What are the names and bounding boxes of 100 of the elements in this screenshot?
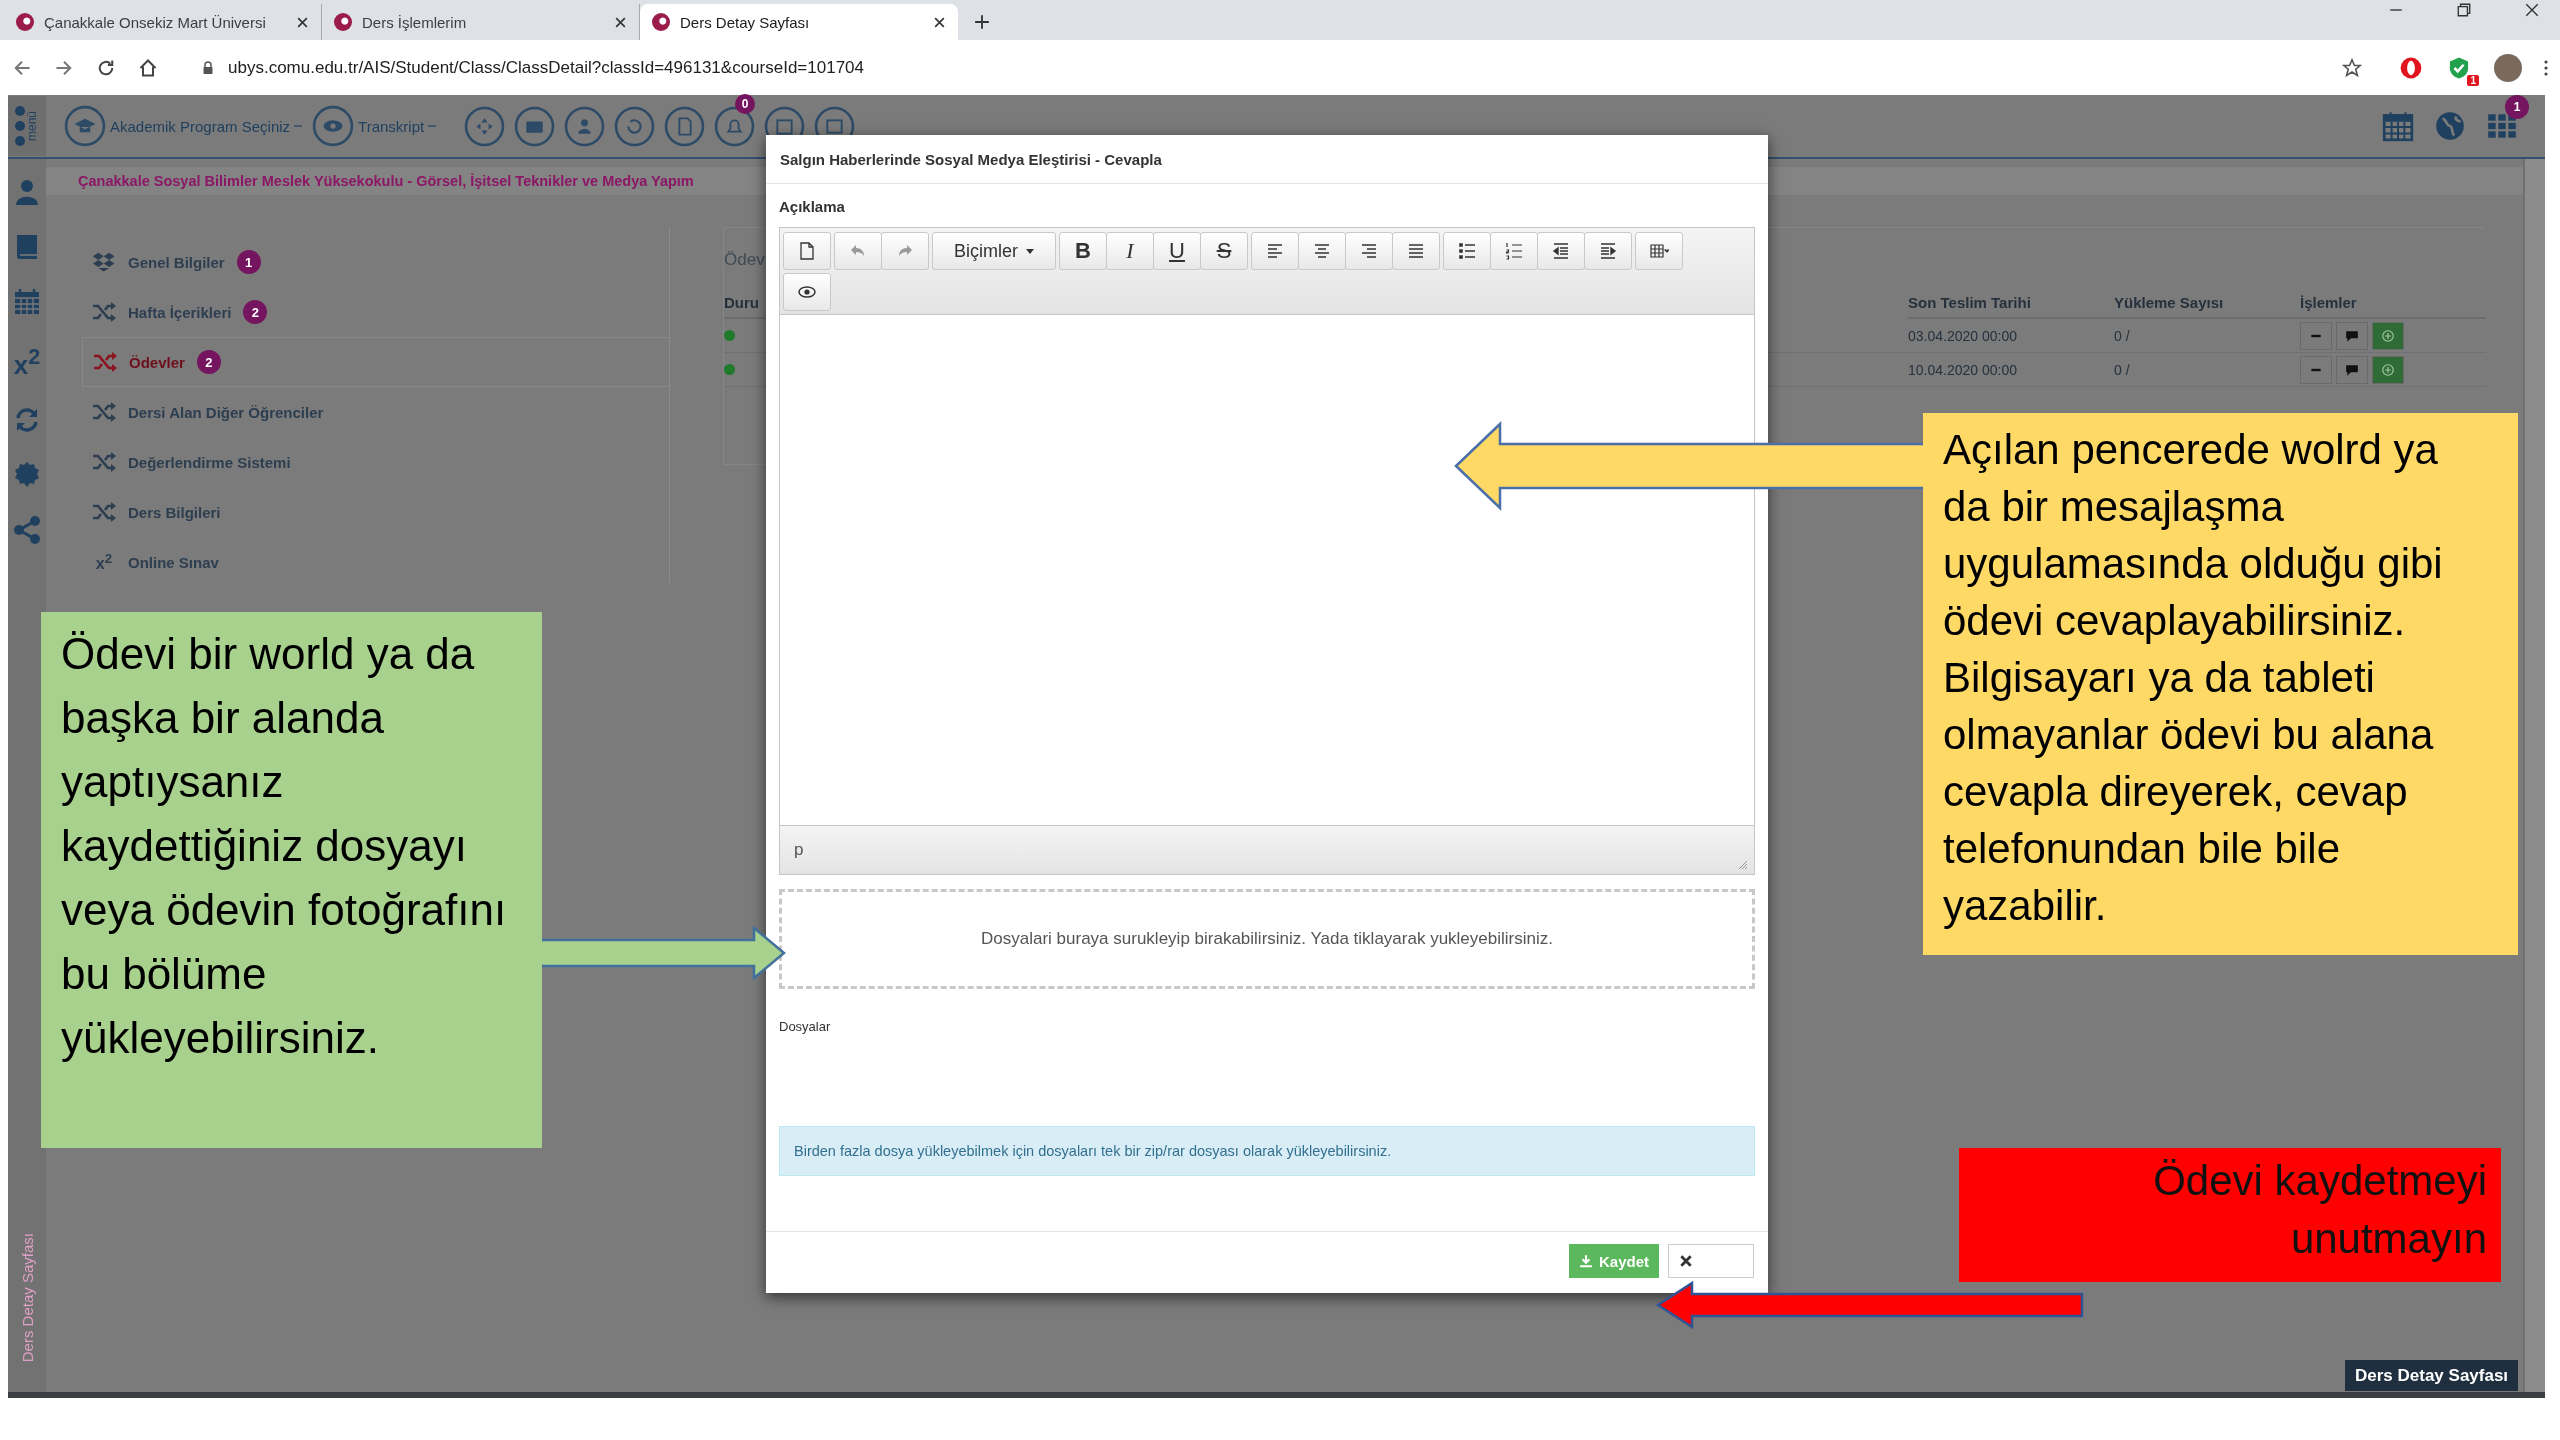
notification-badge: 1: [2505, 95, 2529, 119]
toolbar-button[interactable]: [1584, 232, 1632, 270]
files-label: Dosyalar: [779, 1019, 831, 1034]
star-icon[interactable]: [2342, 57, 2362, 78]
align-justify-icon: [1406, 241, 1426, 261]
sidebar-item-label: Online Sınav: [128, 553, 219, 571]
column-header: Yükleme Sayısı: [2114, 288, 2300, 319]
toolbar-button[interactable]: [783, 232, 831, 270]
restore-icon[interactable]: [2456, 2, 2472, 18]
sidebar-item-label: Hafta İçerikleri: [128, 303, 232, 321]
home-icon[interactable]: [138, 57, 158, 78]
calendar-icon[interactable]: [12, 287, 42, 317]
sidebar-item[interactable]: Ödevler 2: [82, 337, 669, 387]
formats-dropdown[interactable]: Biçimler: [932, 232, 1056, 270]
remove-button[interactable]: [2300, 321, 2332, 350]
close-icon[interactable]: [933, 15, 946, 29]
remove-button[interactable]: [2300, 355, 2332, 384]
vertical-page-label: Ders Detay Sayfası: [18, 1232, 36, 1362]
new-tab-icon[interactable]: [974, 14, 990, 30]
calendar-icon[interactable]: [2381, 109, 2415, 143]
sidebar-item[interactable]: Hafta İçerikleri 2: [82, 287, 669, 337]
dialog-title: Salgın Haberlerinde Sosyal Medya Eleştirisi - Cevapla: [780, 150, 1162, 168]
count-badge: 2: [243, 300, 268, 324]
field-label: Açıklama: [779, 198, 845, 215]
table-icon: [1649, 241, 1669, 261]
comment-button[interactable]: [2336, 321, 2368, 350]
format-button[interactable]: B: [1059, 232, 1107, 270]
speech-bubble-icon: [2345, 328, 2359, 343]
align-center-icon: [1312, 241, 1332, 261]
align-right-icon: [1359, 241, 1379, 261]
scrollbar[interactable]: [2523, 159, 2545, 1392]
file-drop-zone[interactable]: Dosyalari buraya surukleyip birakabilirsiniz. Yada tiklayarak yukleyebilirsiniz.: [779, 889, 1755, 989]
sidebar-item-label: Ödevler: [129, 353, 185, 371]
format-button[interactable]: S: [1200, 232, 1248, 270]
share-icon[interactable]: [12, 514, 42, 545]
outdent-icon: [1551, 241, 1571, 261]
upload-button[interactable]: [2372, 321, 2404, 350]
page-heading: Çanakkale Sosyal Bilimler Meslek Yüksekokulu - Görsel, İşitsel Teknikler ve Medya Yapım: [78, 173, 694, 189]
table-cell: 0 /: [2114, 361, 2130, 378]
download-icon: [1578, 1254, 1593, 1268]
avatar-icon[interactable]: [2494, 53, 2522, 82]
toolbar-button[interactable]: [1345, 232, 1393, 270]
shuffle-icon: [92, 450, 116, 474]
speech-bubble-icon: [2345, 362, 2359, 377]
stacked-boxes-icon: [92, 250, 116, 274]
sidebar-item-label: Değerlendirme Sistemi: [128, 453, 291, 471]
sidebar-item[interactable]: Genel Bilgiler 1: [82, 237, 669, 287]
formula-icon: x$^{2}$: [92, 550, 116, 574]
toolbar-button[interactable]: [1635, 232, 1683, 270]
toolbar-button[interactable]: [1537, 232, 1585, 270]
sidebar-item-label: Genel Bilgiler: [128, 253, 225, 271]
info-text: Birden fazla dosya yükleyebilmek için dosyaları tek bir zip/rar dosyası olarak yükleyebilirsiniz.: [794, 1143, 1392, 1159]
count-badge: 1: [236, 250, 261, 274]
toolbar-button[interactable]: [1443, 232, 1491, 270]
shuffle-icon: [92, 300, 116, 324]
format-button[interactable]: I: [1106, 232, 1154, 270]
count-badge: 2: [196, 350, 221, 374]
globe-icon[interactable]: [2433, 109, 2467, 143]
table-cell: 10.04.2020 00:00: [1908, 361, 2017, 378]
favicon-icon: [652, 13, 670, 31]
toolbar-button[interactable]: [1298, 232, 1346, 270]
plus-circle-icon: [2381, 362, 2395, 377]
comment-button[interactable]: [2336, 355, 2368, 384]
caret-icon: [428, 124, 437, 128]
table-cell: 0 /: [2114, 327, 2130, 344]
sidebar-item-label: Dersi Alan Diğer Öğrenciler: [128, 403, 324, 421]
resize-grip-icon[interactable]: [1738, 860, 1748, 870]
table-cell: 03.04.2020 00:00: [1908, 327, 2017, 344]
notification-badge: 0: [735, 93, 756, 114]
indent-icon: [1598, 241, 1618, 261]
shuffle-icon: [92, 400, 116, 424]
status-dot: [724, 330, 735, 341]
numbered-list-icon: [1504, 241, 1524, 261]
column-header: Son Teslim Tarihi: [1908, 288, 2114, 319]
toolbar-button[interactable]: [1490, 232, 1538, 270]
column-header: İşlemler: [2300, 288, 2486, 319]
callout-text: Açılan pencerede wolrd ya da bir mesajlaşma uygulamasında olduğu gibi ödevi cevaplayabilirsiniz. Bilgisayarı ya da tableti olmayanlar ödevi bu alana cevapla direyerek, cevap telefonundan bile bile yazabilir.: [1943, 425, 2444, 931]
favicon-icon: [16, 13, 34, 31]
callout-text: Ödevi kaydetmeyi unutmayın: [2152, 1156, 2487, 1264]
format-button[interactable]: U: [1153, 232, 1201, 270]
upload-button[interactable]: [2372, 355, 2404, 384]
panel-title: Ödev: [724, 250, 765, 270]
close-icon[interactable]: [614, 15, 627, 29]
drop-zone-text: Dosyalari buraya surukleyip birakabilirsiniz. Yada tiklayarak yukleyebilirsiniz.: [981, 929, 1553, 949]
align-left-icon: [1265, 241, 1285, 261]
close-icon[interactable]: [2524, 2, 2540, 18]
preview-button[interactable]: [783, 273, 831, 311]
caret-icon: [1026, 248, 1034, 254]
close-icon[interactable]: [296, 15, 309, 29]
bullet-list-icon: [1457, 241, 1477, 261]
page-label: Ders Detay Sayfası: [2345, 1360, 2519, 1391]
toolbar-button[interactable]: [1251, 232, 1299, 270]
more-icon[interactable]: [2544, 59, 2548, 76]
close-button[interactable]: [1668, 1244, 1754, 1278]
plus-circle-icon: [2381, 328, 2395, 343]
toolbar-button[interactable]: [1392, 232, 1440, 270]
graduation-cap-icon: [64, 105, 106, 147]
browser-tab[interactable]: Ders Detay Sayfası: [640, 4, 958, 40]
shuffle-icon: [93, 350, 117, 374]
favicon-icon: [334, 13, 352, 31]
